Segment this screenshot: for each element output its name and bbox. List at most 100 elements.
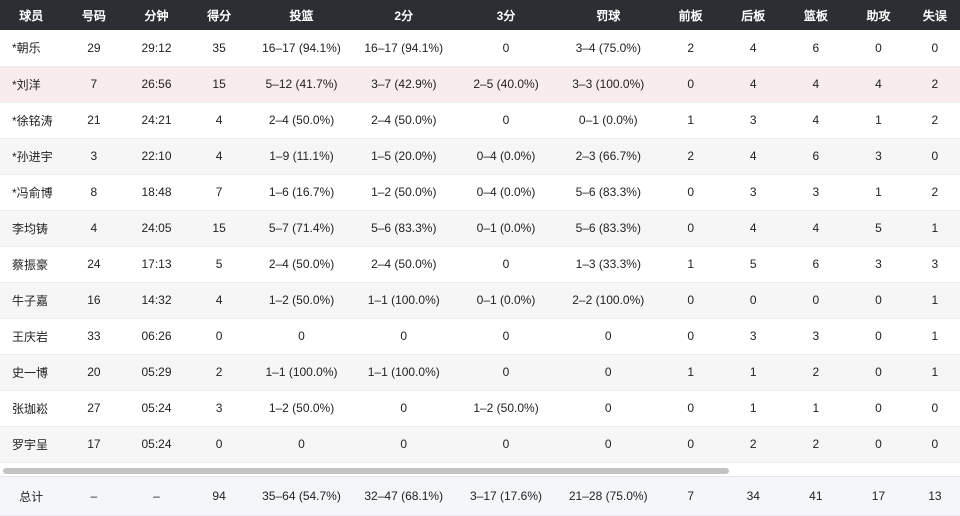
stat-cell: 3 <box>721 174 785 211</box>
stat-cell: 4 <box>721 30 785 67</box>
stat-cell: 4 <box>187 102 251 139</box>
stat-cell: 1 <box>659 102 722 139</box>
stat-cell: 2 <box>784 354 848 391</box>
stat-cell: 1–1 (100.0%) <box>352 354 455 391</box>
stat-cell: 1 <box>909 318 960 355</box>
player-name-cell: 罗宇呈 <box>0 426 63 463</box>
stat-cell: 24:05 <box>125 210 188 247</box>
stat-cell: 05:24 <box>125 426 188 463</box>
table-row[interactable]: *孙进宇 3 22:10 4 1–9 (11.1%) 1–5 (20.0%) 0–4 (0.… <box>0 138 960 175</box>
stat-cell: 0 <box>557 318 660 355</box>
stat-cell: 1 <box>721 354 785 391</box>
column-header[interactable]: 后板 <box>721 0 785 30</box>
column-header[interactable]: 罚球 <box>557 0 660 30</box>
stat-cell: 16 <box>62 282 126 319</box>
stat-cell: 18:48 <box>125 174 188 211</box>
player-name-cell: 王庆岩 <box>0 318 63 355</box>
stat-cell: 3 <box>847 246 910 283</box>
stat-cell: 0 <box>847 426 910 463</box>
stat-cell: 2–4 (50.0%) <box>250 246 353 283</box>
stat-cell: 24 <box>62 246 126 283</box>
stat-cell: 2–5 (40.0%) <box>454 66 558 103</box>
table-row[interactable]: *朝乐 29 29:12 35 16–17 (94.1%) 16–17 (94.1%) 0 3… <box>0 30 960 67</box>
column-header[interactable]: 助攻 <box>847 0 910 30</box>
stat-cell: 0 <box>250 318 353 355</box>
stat-cell: 3 <box>909 246 960 283</box>
stat-cell: 4 <box>784 66 848 103</box>
table-body: *朝乐 29 29:12 35 16–17 (94.1%) 16–17 (94.1%) 0 3… <box>0 30 960 463</box>
stat-cell: 3–3 (100.0%) <box>557 66 660 103</box>
totals-cell: 3–17 (17.6%) <box>454 477 558 516</box>
stat-cell: 3 <box>847 138 910 175</box>
stat-cell: 1–9 (11.1%) <box>250 138 353 175</box>
column-header[interactable]: 前板 <box>659 0 722 30</box>
player-name-cell: 李均铸 <box>0 210 63 247</box>
stat-cell: 27 <box>62 390 126 427</box>
table-row[interactable]: *刘洋 7 26:56 15 5–12 (41.7%) 3–7 (42.9%) 2–5 (4… <box>0 66 960 103</box>
stat-cell: 4 <box>847 66 910 103</box>
stat-cell: 22:10 <box>125 138 188 175</box>
stat-cell: 1 <box>847 174 910 211</box>
stat-cell: 6 <box>784 246 848 283</box>
column-header[interactable]: 篮板 <box>784 0 848 30</box>
column-header[interactable]: 2分 <box>352 0 455 30</box>
stat-cell: 1 <box>909 210 960 247</box>
stat-cell: 0 <box>454 30 558 67</box>
stat-cell: 0 <box>250 426 353 463</box>
column-header[interactable]: 投篮 <box>250 0 353 30</box>
stat-cell: 3 <box>721 102 785 139</box>
table-row[interactable]: 王庆岩 33 06:26 0 0 0 0 0 0 3 3 0 1 <box>0 318 960 355</box>
table-row[interactable]: 史一博 20 05:29 2 1–1 (100.0%) 1–1 (100.0%) 0 0 1 1 2… <box>0 354 960 391</box>
stat-cell: 0–1 (0.0%) <box>557 102 660 139</box>
horizontal-scrollbar[interactable] <box>0 466 960 476</box>
column-header[interactable]: 号码 <box>62 0 126 30</box>
stat-cell: 1 <box>784 390 848 427</box>
column-header[interactable]: 分钟 <box>125 0 188 30</box>
stat-cell: 5 <box>721 246 785 283</box>
stat-cell: 0 <box>847 282 910 319</box>
stat-cell: 1 <box>659 246 722 283</box>
stat-cell: 0 <box>659 390 722 427</box>
stat-cell: 5–6 (83.3%) <box>557 174 660 211</box>
stat-cell: 1–2 (50.0%) <box>250 390 353 427</box>
stat-cell: 15 <box>187 210 251 247</box>
stat-cell: 16–17 (94.1%) <box>352 30 455 67</box>
stat-cell: 2 <box>187 354 251 391</box>
column-header[interactable]: 3分 <box>454 0 558 30</box>
column-header[interactable]: 得分 <box>187 0 251 30</box>
stat-cell: 0 <box>847 30 910 67</box>
table-row[interactable]: *冯俞博 8 18:48 7 1–6 (16.7%) 1–2 (50.0%) 0–4 (0.… <box>0 174 960 211</box>
stat-cell: 2 <box>784 426 848 463</box>
stat-cell: 0 <box>659 210 722 247</box>
stat-cell: 3–4 (75.0%) <box>557 30 660 67</box>
stat-cell: 1–6 (16.7%) <box>250 174 353 211</box>
totals-cell: 41 <box>784 477 848 516</box>
table-row[interactable]: 蔡振豪 24 17:13 5 2–4 (50.0%) 2–4 (50.0%) 0 1–3 (3… <box>0 246 960 283</box>
stat-cell: 5–6 (83.3%) <box>557 210 660 247</box>
stat-cell: 8 <box>62 174 126 211</box>
stat-cell: 05:24 <box>125 390 188 427</box>
stat-cell: 4 <box>187 138 251 175</box>
totals-cell: 7 <box>659 477 722 516</box>
stat-cell: 0 <box>847 354 910 391</box>
stat-cell: 3 <box>784 174 848 211</box>
stat-cell: 26:56 <box>125 66 188 103</box>
stat-cell: 2–4 (50.0%) <box>352 246 455 283</box>
stat-cell: 0 <box>352 390 455 427</box>
scrollbar-thumb[interactable] <box>3 468 729 474</box>
column-header[interactable]: 球员 <box>0 0 63 30</box>
stat-cell: 2–3 (66.7%) <box>557 138 660 175</box>
player-name-cell: *徐铭涛 <box>0 102 63 139</box>
table-row[interactable]: *徐铭涛 21 24:21 4 2–4 (50.0%) 2–4 (50.0%) 0 0–1 (… <box>0 102 960 139</box>
table-row[interactable]: 张珈崧 27 05:24 3 1–2 (50.0%) 0 1–2 (50.0%) 0 0 1 1 0 0 <box>0 390 960 427</box>
stat-cell: 0–1 (0.0%) <box>454 210 558 247</box>
stat-cell: 1 <box>909 282 960 319</box>
table-row[interactable]: 李均铸 4 24:05 15 5–7 (71.4%) 5–6 (83.3%) 0–1 (0.… <box>0 210 960 247</box>
stat-cell: 1–2 (50.0%) <box>352 174 455 211</box>
stat-cell: 16–17 (94.1%) <box>250 30 353 67</box>
stat-cell: 5–6 (83.3%) <box>352 210 455 247</box>
column-header[interactable]: 失误 <box>909 0 960 30</box>
table-row[interactable]: 罗宇呈 17 05:24 0 0 0 0 0 0 2 2 0 0 <box>0 426 960 463</box>
stat-cell: 1 <box>659 354 722 391</box>
table-row[interactable]: 牛子嘉 16 14:32 4 1–2 (50.0%) 1–1 (100.0%) 0–1 (0… <box>0 282 960 319</box>
